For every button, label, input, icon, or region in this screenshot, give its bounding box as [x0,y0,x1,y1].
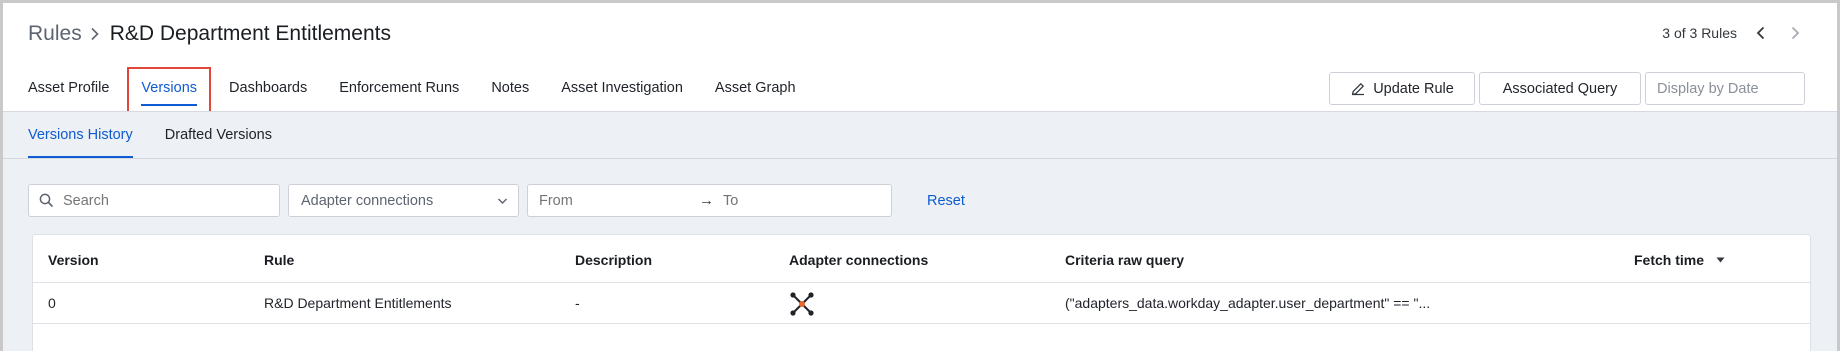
chevron-right-icon [1791,26,1800,40]
version-subtabs: Versions History Drafted Versions [28,112,304,158]
page-title: R&D Department Entitlements [109,22,391,45]
search-icon [39,193,54,208]
subtab-drafted-versions[interactable]: Drafted Versions [165,112,272,158]
tab-enforcement-runs[interactable]: Enforcement Runs [339,67,459,111]
cell-criteria-raw-query: ("adapters_data.workday_adapter.user_dep… [1065,295,1431,311]
breadcrumb: Rules R&D Department Entitlements [28,21,391,47]
table-header: Version Rule Description Adapter connect… [33,235,1810,283]
sort-descending-icon[interactable] [1716,257,1725,263]
reset-button[interactable]: Reset [927,193,965,209]
cell-version: 0 [48,295,56,311]
search-field[interactable] [28,184,280,217]
tab-versions[interactable]: Versions [141,67,197,111]
date-range-picker[interactable]: → [527,184,892,217]
column-header-version[interactable]: Version [48,252,99,268]
fetch-time-label: Fetch time [1634,252,1705,268]
chevron-left-icon [1756,26,1765,40]
update-rule-label: Update Rule [1373,80,1454,97]
column-header-criteria-raw-query[interactable]: Criteria raw query [1065,252,1184,268]
pager-text: 3 of 3 Rules [1662,25,1737,41]
filters-bar: Adapter connections → Reset [28,184,965,217]
app-window: Rules R&D Department Entitlements 3 of 3… [0,0,1840,351]
table-row[interactable]: 0 R&D Department Entitlements - ("adapte… [33,283,1810,324]
display-by-date-input[interactable]: Display by Date [1645,72,1805,105]
adapter-connections-icon[interactable] [789,291,815,320]
column-header-fetch-time[interactable]: Fetch time [1634,252,1725,268]
column-header-description[interactable]: Description [575,252,652,268]
from-date-input[interactable] [539,192,699,209]
versions-panel: Versions History Drafted Versions Adapte… [3,111,1837,351]
breadcrumb-parent-link[interactable]: Rules [28,22,82,46]
header-actions: Update Rule Associated Query Display by … [1329,72,1805,105]
next-rule-button[interactable] [1785,22,1805,44]
cell-description: - [575,295,580,311]
adapter-connections-select[interactable]: Adapter connections [288,184,519,217]
associated-query-button[interactable]: Associated Query [1479,72,1641,105]
versions-table: Version Rule Description Adapter connect… [32,234,1811,351]
previous-rule-button[interactable] [1751,22,1771,44]
column-header-adapter-connections[interactable]: Adapter connections [789,252,928,268]
adapter-select-value: Adapter connections [301,192,434,209]
tab-asset-graph[interactable]: Asset Graph [715,67,796,111]
page-header: Rules R&D Department Entitlements 3 of 3… [3,3,1837,119]
search-input[interactable] [63,192,273,209]
to-date-input[interactable] [723,192,873,209]
cell-rule: R&D Department Entitlements [264,295,452,311]
chevron-down-icon [498,198,507,204]
associated-query-label: Associated Query [1502,80,1618,97]
chevron-right-icon [90,27,100,41]
tab-asset-investigation[interactable]: Asset Investigation [561,67,683,111]
rule-tabs: Asset Profile Versions Dashboards Enforc… [28,67,828,111]
tab-asset-profile[interactable]: Asset Profile [28,67,109,111]
tab-notes[interactable]: Notes [491,67,529,111]
column-header-rule[interactable]: Rule [264,252,294,268]
range-arrow-icon: → [699,192,714,209]
update-rule-button[interactable]: Update Rule [1329,72,1475,105]
pencil-icon [1352,82,1365,95]
subtab-versions-history[interactable]: Versions History [28,112,133,158]
rule-pager: 3 of 3 Rules [1662,22,1805,44]
subtabs-divider [3,158,1837,159]
tab-dashboards[interactable]: Dashboards [229,67,307,111]
